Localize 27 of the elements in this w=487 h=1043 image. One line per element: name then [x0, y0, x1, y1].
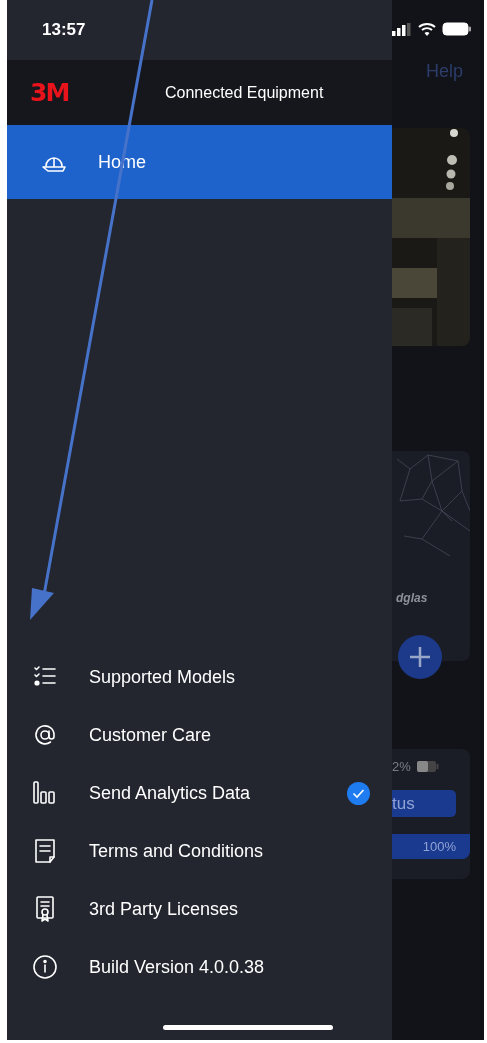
app-title: Connected Equipment — [165, 83, 324, 102]
menu-item[interactable]: 3rd Party Licenses — [7, 880, 392, 938]
status-button[interactable]: tus — [392, 790, 456, 817]
status-time: 13:57 — [42, 20, 86, 40]
battery-level-text: 2% — [392, 759, 411, 774]
menu-item-label: Customer Care — [89, 724, 212, 746]
menu-item-label: Supported Models — [89, 666, 236, 688]
menu-item[interactable]: Send Analytics Data — [7, 764, 392, 822]
menu-item[interactable]: Customer Care — [7, 706, 392, 764]
menu-item-label: Build Version 4.0.0.38 — [89, 956, 265, 978]
wifi-icon — [418, 22, 436, 36]
brand-logo: 3M — [30, 78, 70, 107]
check-icon[interactable] — [347, 782, 370, 805]
battery-icon — [442, 22, 472, 36]
progress-text: 100% — [392, 834, 470, 859]
brand-text: dglas — [396, 591, 429, 605]
menu-item[interactable]: Terms and Conditions — [7, 822, 392, 880]
menu-item-label: Send Analytics Data — [89, 782, 251, 804]
signal-icon — [392, 22, 412, 36]
plus-icon — [409, 646, 431, 668]
info-icon — [31, 953, 59, 981]
menu-item[interactable]: Supported Models — [7, 648, 392, 706]
menu-item[interactable]: Build Version 4.0.0.38 — [7, 938, 392, 996]
battery-icon — [416, 761, 439, 772]
add-button[interactable] — [398, 635, 442, 679]
menu-item-label: 3rd Party Licenses — [89, 898, 239, 920]
menu-item-label: Terms and Conditions — [89, 840, 264, 862]
